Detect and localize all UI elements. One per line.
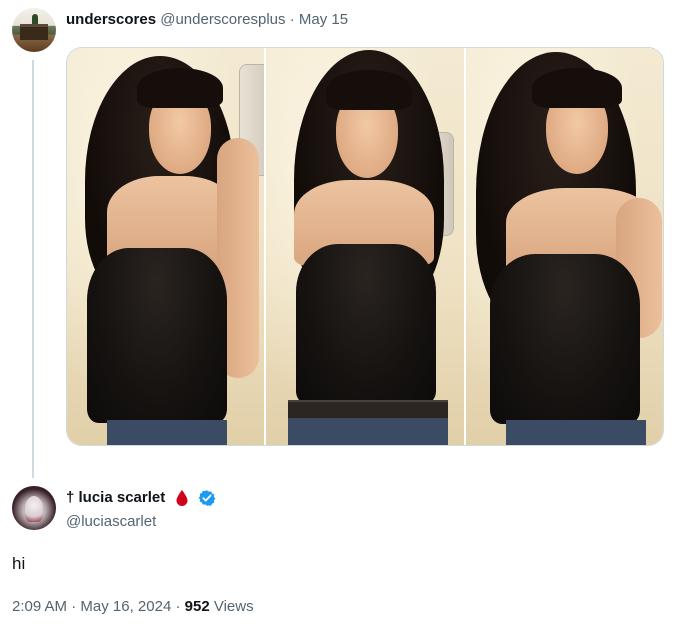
- tweet-date[interactable]: May 15: [299, 11, 348, 28]
- avatar-plant: [32, 14, 38, 24]
- views-count[interactable]: 952: [185, 598, 210, 615]
- media-grid: [66, 47, 664, 446]
- handle[interactable]: @luciascarlet: [66, 512, 156, 532]
- tweet-header: † lucia scarlet: [66, 488, 216, 508]
- tweet-date[interactable]: May 16, 2024: [80, 598, 171, 615]
- parent-tweet[interactable]: underscores @underscoresplus · May 15: [0, 0, 682, 478]
- tweet-metadata: 2:09 AM · May 16, 2024 · 952 Views: [12, 597, 254, 617]
- tweet-text: hi: [12, 554, 26, 573]
- separator: ·: [71, 598, 77, 615]
- jeans-image: [288, 418, 449, 445]
- avatar[interactable]: [12, 8, 56, 52]
- avatar-house: [20, 24, 48, 40]
- jeans-image: [505, 420, 646, 445]
- top-image: [87, 248, 227, 423]
- handle[interactable]: @underscoresplus: [160, 11, 285, 28]
- display-name[interactable]: underscores: [66, 11, 156, 28]
- thread-connector-line: [32, 60, 34, 478]
- views-label[interactable]: Views: [214, 598, 254, 615]
- photo-2[interactable]: [266, 48, 464, 445]
- display-name[interactable]: † lucia scarlet: [66, 488, 165, 508]
- photo-3[interactable]: [465, 48, 663, 445]
- reply-tweet[interactable]: † lucia scarlet @luciascarlet hi 2:09 AM…: [0, 478, 682, 631]
- top-image: [296, 244, 437, 404]
- blood-drop-icon: [176, 490, 188, 507]
- separator: ·: [175, 598, 181, 615]
- photo-1[interactable]: [67, 48, 265, 445]
- belt-image: [288, 400, 449, 418]
- tweet-thread: underscores @underscoresplus · May 15 † …: [0, 0, 682, 631]
- tweet-header: underscores @underscoresplus · May 15: [66, 10, 348, 30]
- avatar-figure: [25, 496, 43, 522]
- bangs-image: [326, 70, 413, 110]
- bangs-image: [137, 68, 223, 108]
- separator: ·: [289, 11, 295, 28]
- top-image: [489, 254, 640, 424]
- verified-badge-icon[interactable]: [198, 489, 216, 507]
- tweet-time[interactable]: 2:09 AM: [12, 598, 67, 615]
- jeans-image: [107, 420, 227, 445]
- bangs-image: [531, 68, 622, 108]
- avatar[interactable]: [12, 486, 56, 530]
